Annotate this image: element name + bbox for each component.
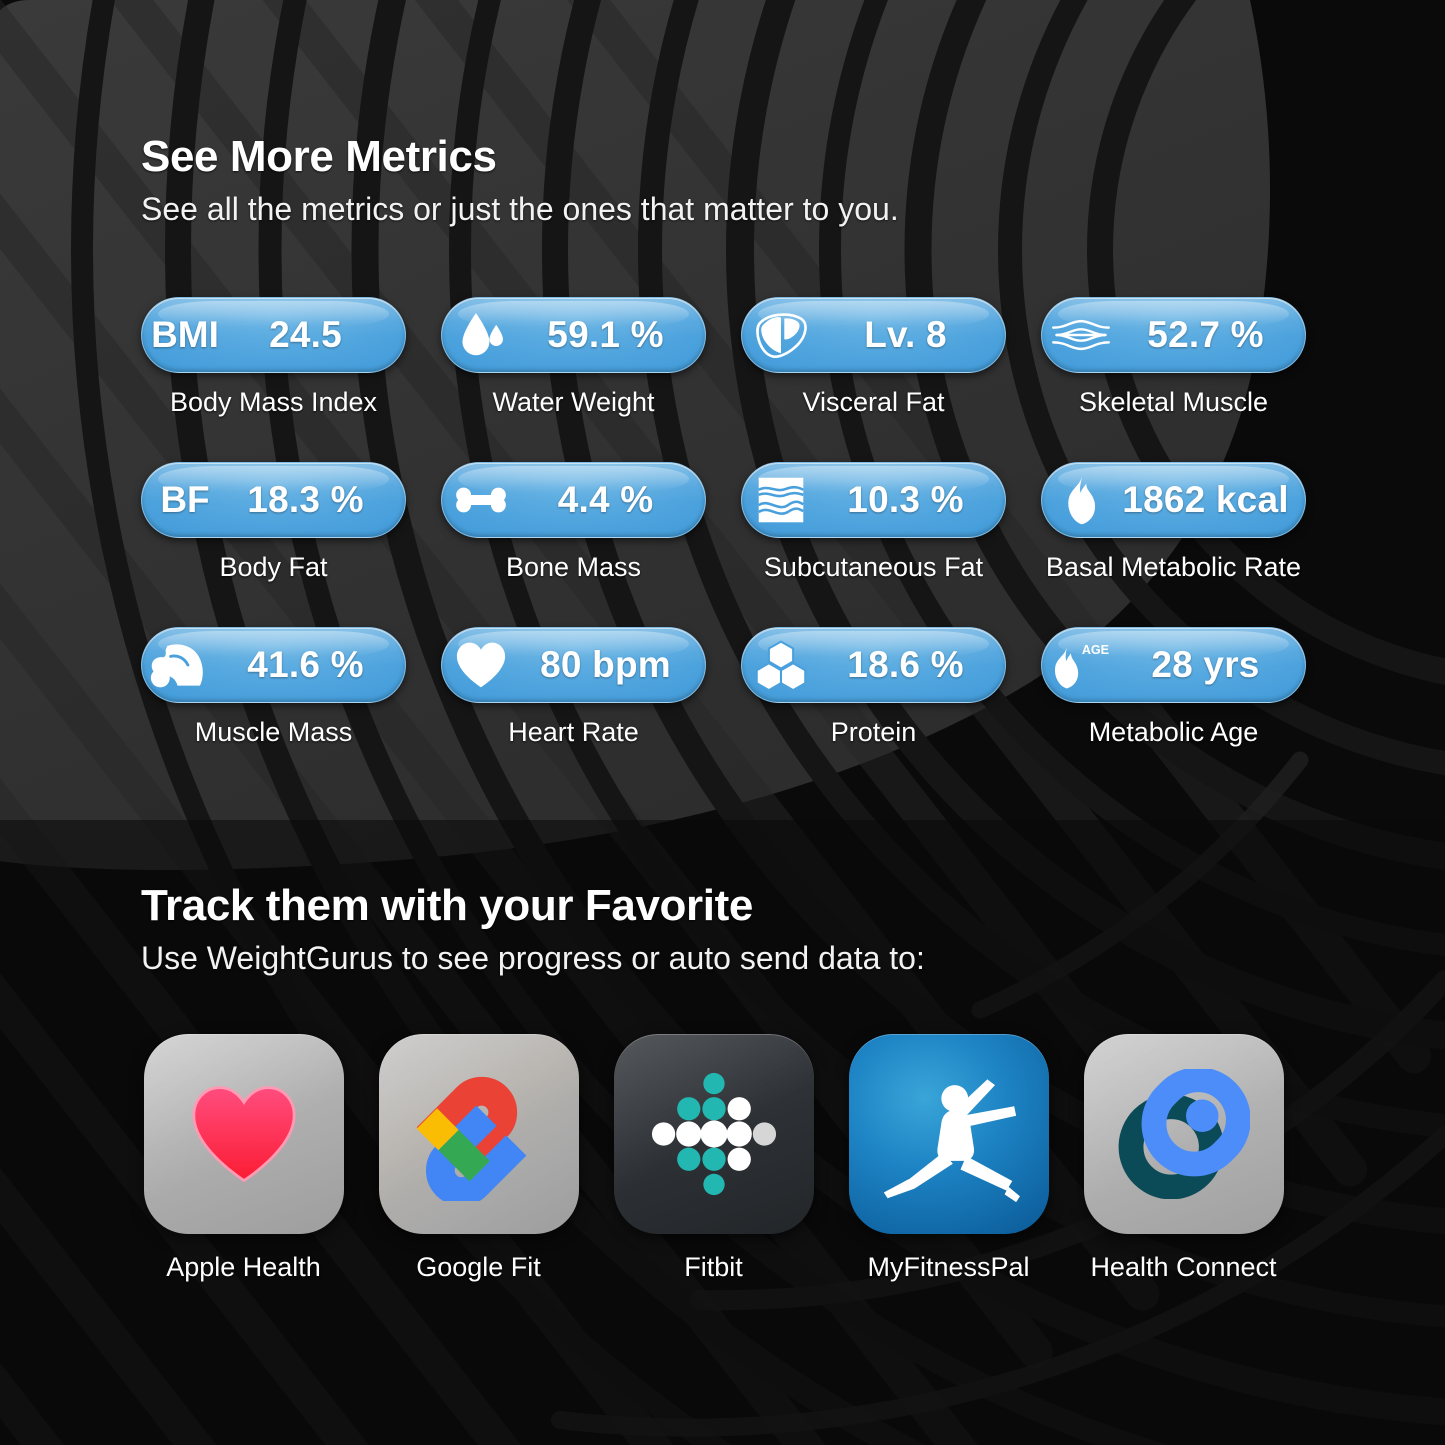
- metric-pill[interactable]: 52.7 %: [1041, 297, 1306, 373]
- metric-value: 28 yrs: [1151, 644, 1260, 685]
- flexed-biceps-icon: [142, 628, 220, 702]
- app-integration-item[interactable]: MyFitnessPal: [846, 1034, 1051, 1283]
- metric-pill[interactable]: 4.4 %: [441, 462, 706, 538]
- app-label: Health Connect: [1090, 1252, 1277, 1282]
- metric-card: AGE 28 yrs Metabolic Age: [1041, 627, 1306, 792]
- fat-layers-icon: [742, 463, 820, 537]
- metric-label: Subcutaneous Fat: [763, 552, 984, 582]
- metric-value: 1862 kcal: [1122, 479, 1289, 520]
- metric-value: 80 bpm: [540, 644, 671, 685]
- metric-label: Bone Mass: [505, 552, 642, 582]
- metric-value: 41.6 %: [247, 644, 364, 685]
- metric-pill[interactable]: 59.1 %: [441, 297, 706, 373]
- metric-value: 18.6 %: [847, 644, 964, 685]
- metrics-section-header: See More Metrics See all the metrics or …: [141, 132, 899, 228]
- metric-value: 4.4 %: [557, 479, 654, 520]
- metric-pill[interactable]: 10.3 %: [741, 462, 1006, 538]
- metric-card: 59.1 % Water Weight: [441, 297, 706, 462]
- app-integration-item[interactable]: Google Fit: [376, 1034, 581, 1283]
- metrics-grid: BMI 24.5 Body Mass Index 59.1 % Water Weigh…: [141, 297, 1306, 792]
- heart-icon: [442, 628, 520, 702]
- health-connect-icon[interactable]: [1083, 1034, 1284, 1234]
- metric-card: Lv. 8 Visceral Fat: [741, 297, 1006, 462]
- app-integration-item[interactable]: Apple Health: [141, 1034, 346, 1283]
- metric-value: 59.1 %: [547, 314, 664, 355]
- tracking-section-header: Track them with your Favorite Use Weight…: [141, 881, 925, 977]
- metric-card: 52.7 % Skeletal Muscle: [1041, 297, 1306, 462]
- metric-pill[interactable]: 1862 kcal: [1041, 462, 1306, 538]
- metric-card: 4.4 % Bone Mass: [441, 462, 706, 627]
- metric-value: 52.7 %: [1147, 314, 1264, 355]
- fitbit-icon[interactable]: [613, 1034, 814, 1234]
- muscle-fiber-icon: [1042, 298, 1120, 372]
- tracking-subtitle: Use WeightGurus to see progress or auto …: [141, 940, 925, 977]
- metric-label: Skeletal Muscle: [1078, 387, 1269, 417]
- metric-label: Heart Rate: [508, 717, 639, 747]
- flame-age-icon: AGE: [1042, 628, 1120, 702]
- metric-label: Visceral Fat: [802, 387, 945, 417]
- liver-icon: [742, 298, 820, 372]
- metric-label: Water Weight: [492, 387, 655, 417]
- app-label: Apple Health: [166, 1252, 321, 1282]
- app-integration-item[interactable]: Fitbit: [611, 1034, 816, 1283]
- metrics-subtitle: See all the metrics or just the ones tha…: [141, 191, 899, 228]
- metric-value: Lv. 8: [864, 314, 947, 355]
- metric-value: 18.3 %: [247, 479, 364, 520]
- metric-pill[interactable]: 41.6 %: [141, 627, 406, 703]
- metric-label: Body Mass Index: [169, 387, 378, 417]
- apple-health-icon[interactable]: [143, 1034, 344, 1234]
- metrics-title: See More Metrics: [141, 132, 497, 181]
- metric-card: 18.6 % Protein: [741, 627, 1006, 792]
- metric-pill[interactable]: BF 18.3 %: [141, 462, 406, 538]
- google-fit-icon[interactable]: [378, 1034, 579, 1234]
- bone-icon: [442, 463, 520, 537]
- metric-card: 10.3 % Subcutaneous Fat: [741, 462, 1006, 627]
- flame-icon: [1042, 463, 1120, 537]
- bmi-abbr-icon: BMI: [151, 314, 219, 355]
- metric-card: 80 bpm Heart Rate: [441, 627, 706, 792]
- promo-page: See More Metrics See all the metrics or …: [0, 0, 1445, 1445]
- app-label: MyFitnessPal: [867, 1252, 1030, 1282]
- metric-value: 10.3 %: [847, 479, 964, 520]
- metric-label: Metabolic Age: [1088, 717, 1259, 747]
- metric-pill[interactable]: 80 bpm: [441, 627, 706, 703]
- integration-apps-row: Apple Health Google Fit Fitbit MyFitness…: [141, 1034, 1286, 1283]
- metric-label: Basal Metabolic Rate: [1045, 552, 1302, 582]
- app-label: Google Fit: [416, 1252, 541, 1282]
- protein-molecule-icon: [742, 628, 820, 702]
- metric-pill[interactable]: AGE 28 yrs: [1041, 627, 1306, 703]
- bf-abbr-icon: BF: [160, 479, 210, 520]
- myfitnesspal-icon[interactable]: [848, 1034, 1049, 1234]
- metric-card: BF 18.3 % Body Fat: [141, 462, 406, 627]
- metric-pill[interactable]: Lv. 8: [741, 297, 1006, 373]
- app-label: Fitbit: [684, 1252, 743, 1282]
- metric-value: 24.5: [269, 314, 342, 355]
- metric-pill[interactable]: 18.6 %: [741, 627, 1006, 703]
- water-drop-icon: [442, 298, 520, 372]
- metric-card: 41.6 % Muscle Mass: [141, 627, 406, 792]
- svg-text:AGE: AGE: [1082, 643, 1109, 657]
- tracking-title: Track them with your Favorite: [141, 881, 753, 930]
- metric-card: 1862 kcal Basal Metabolic Rate: [1041, 462, 1306, 627]
- metric-label: Muscle Mass: [194, 717, 353, 747]
- metric-label: Body Fat: [219, 552, 328, 582]
- app-integration-item[interactable]: Health Connect: [1081, 1034, 1286, 1283]
- metric-pill[interactable]: BMI 24.5: [141, 297, 406, 373]
- metric-label: Protein: [830, 717, 917, 747]
- metric-card: BMI 24.5 Body Mass Index: [141, 297, 406, 462]
